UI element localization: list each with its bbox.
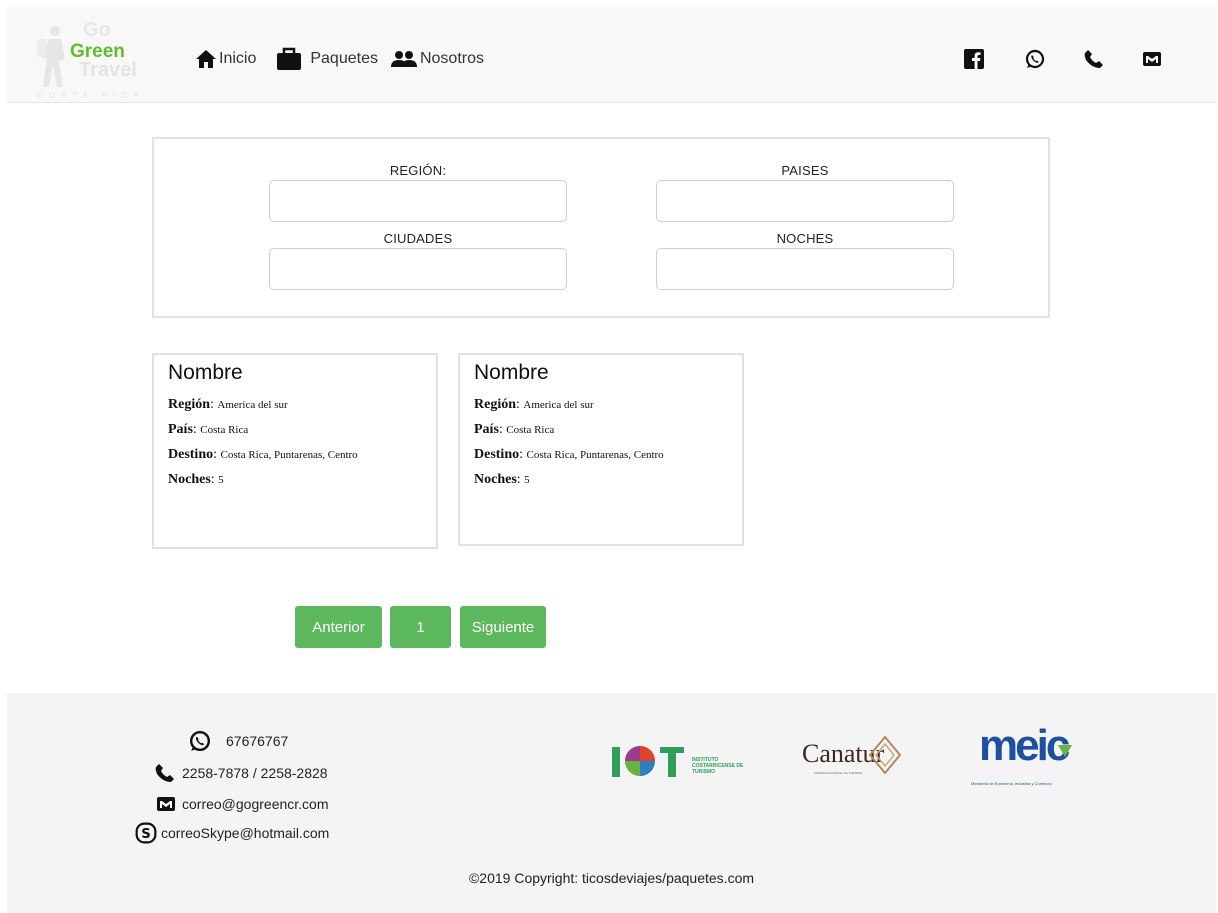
briefcase-icon	[277, 47, 302, 70]
facebook-icon[interactable]	[964, 49, 984, 69]
card-destino: Destino: Costa Rica, Puntarenas, Centro	[168, 447, 358, 462]
card-destino-value: Costa Rica, Puntarenas, Centro	[526, 449, 664, 461]
brand-travel: Travel	[79, 59, 137, 81]
footer-whatsapp-number: 67676767	[226, 733, 289, 749]
noches-input[interactable]	[656, 248, 954, 290]
home-icon	[196, 50, 216, 68]
card-pais-label: País	[168, 422, 193, 437]
card-pais: País: Costa Rica	[474, 422, 555, 437]
brand-go: Go	[83, 19, 111, 41]
whatsapp-icon[interactable]	[1025, 49, 1045, 69]
phone-icon[interactable]	[1084, 49, 1104, 69]
card-noches: Noches: 5	[474, 472, 530, 487]
package-card[interactable]: Nombre Región: America del sur País: Cos…	[458, 353, 744, 546]
page-1-button[interactable]: 1	[390, 606, 451, 648]
card-noches-value: 5	[218, 474, 224, 486]
ciudades-input[interactable]	[269, 248, 567, 290]
card-destino-label: Destino	[474, 447, 520, 462]
footer-email-address: correo@gogreencr.com	[182, 796, 329, 812]
nav-label-nosotros: Nosotros	[419, 50, 484, 67]
nav-item-inicio[interactable]: Inicio	[195, 49, 256, 69]
mail-icon	[157, 797, 175, 811]
prev-page-button[interactable]: Anterior	[295, 606, 382, 648]
package-card[interactable]: Nombre Región: America del sur País: Cos…	[152, 353, 438, 549]
card-title: Nombre	[474, 361, 549, 384]
filter-panel: REGIÓN: PAISES CIUDADES NOCHES	[152, 137, 1050, 318]
card-pais-value: Costa Rica	[506, 424, 555, 436]
nav-item-paquetes[interactable]: Paquetes	[276, 47, 378, 71]
footer-phone[interactable]: 2258-7878 / 2258-2828	[154, 763, 328, 783]
card-region-value: America del sur	[523, 399, 594, 411]
canatur-logo[interactable]: Canatur CÁMARA NACIONAL DE TURISMO	[802, 735, 912, 789]
footer-phone-number: 2258-7878 / 2258-2828	[182, 765, 328, 781]
region-input[interactable]	[269, 180, 567, 222]
card-noches-label: Noches	[474, 472, 517, 487]
footer-email[interactable]: correo@gogreencr.com	[154, 794, 329, 814]
canatur-diamond-icon	[868, 735, 902, 775]
card-region-label: Región	[168, 397, 210, 412]
nav-label-paquetes: Paquetes	[310, 50, 378, 67]
brand-sub: COSTA RICA	[37, 91, 145, 100]
copyright-text: ©2019 Copyright: ticosdeviajes/paquetes.…	[468, 870, 755, 886]
main-nav: Inicio Paquetes Nosotros	[195, 47, 492, 71]
paises-label: PAISES	[781, 163, 829, 178]
meic-subtitle: Ministerio de Economía, Industria y Come…	[971, 781, 1052, 786]
ict-logo[interactable]: INSTITUTO COSTARRICENSE DE TURISMO	[612, 741, 762, 785]
paises-input[interactable]	[656, 180, 954, 222]
whatsapp-icon	[189, 730, 211, 752]
nav-label-inicio: Inicio	[219, 50, 257, 67]
card-destino: Destino: Costa Rica, Puntarenas, Centro	[474, 447, 664, 462]
card-noches-value: 5	[524, 474, 530, 486]
card-title: Nombre	[168, 361, 243, 384]
meic-leaf-icon	[1058, 745, 1072, 757]
card-noches: Noches: 5	[168, 472, 224, 487]
nav-item-nosotros[interactable]: Nosotros	[390, 50, 484, 68]
canatur-subtitle: CÁMARA NACIONAL DE TURISMO	[814, 771, 863, 775]
noches-label: NOCHES	[776, 231, 834, 246]
phone-icon	[155, 764, 174, 782]
footer-skype-address: correoSkype@hotmail.com	[161, 825, 330, 841]
footer: 67676767 2258-7878 / 2258-2828 correo@go…	[7, 693, 1216, 913]
skype-icon: S	[135, 822, 157, 844]
card-destino-label: Destino	[168, 447, 214, 462]
footer-whatsapp[interactable]: 67676767	[188, 730, 288, 752]
card-noches-label: Noches	[168, 472, 211, 487]
mail-icon[interactable]	[1142, 49, 1162, 69]
ict-logo-mark	[612, 746, 684, 777]
card-region-label: Región	[474, 397, 516, 412]
meic-wordmark: meic	[979, 721, 1070, 770]
header: Go Green Travel COSTA RICA Inicio Paquet…	[7, 7, 1216, 103]
card-destino-value: Costa Rica, Puntarenas, Centro	[220, 449, 358, 461]
footer-skype[interactable]: S correoSkype@hotmail.com	[135, 822, 329, 844]
people-icon	[390, 51, 417, 67]
svg-text:S: S	[141, 827, 151, 842]
ict-text-3: TURISMO	[692, 769, 716, 775]
card-region-value: America del sur	[217, 399, 288, 411]
region-label: REGIÓN:	[389, 163, 447, 178]
card-pais-label: País	[474, 422, 499, 437]
card-pais: País: Costa Rica	[168, 422, 249, 437]
ciudades-label: CIUDADES	[383, 231, 453, 246]
meic-logo[interactable]: meic Ministerio de Economía, Industria y…	[969, 721, 1079, 797]
card-pais-value: Costa Rica	[200, 424, 249, 436]
logo[interactable]: Go Green Travel COSTA RICA	[35, 17, 155, 100]
next-page-button[interactable]: Siguiente	[460, 606, 546, 648]
card-region: Región: America del sur	[168, 397, 288, 412]
card-region: Región: America del sur	[474, 397, 594, 412]
